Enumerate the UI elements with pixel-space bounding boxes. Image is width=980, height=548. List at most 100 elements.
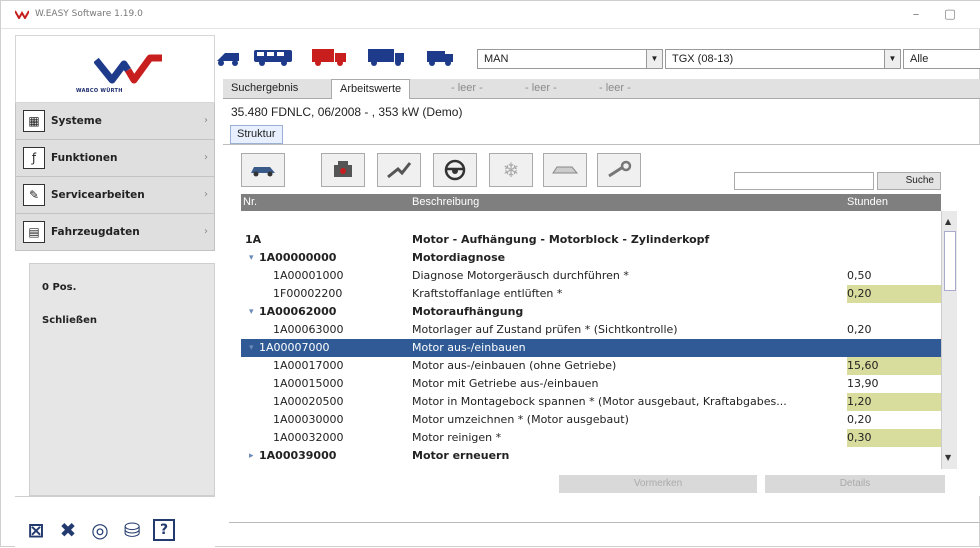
table-row[interactable]: 1A00020500 Motor in Montagebock spannen *… xyxy=(241,393,941,411)
tab-empty-3[interactable]: - leer - xyxy=(591,79,639,99)
struktur-tab[interactable]: Struktur xyxy=(230,125,283,144)
service-icon: ✎ xyxy=(23,184,45,206)
chevron-right-icon: › xyxy=(204,115,208,126)
scroll-up-icon[interactable]: ▲ xyxy=(945,217,951,226)
col-nr[interactable]: Nr. xyxy=(243,194,257,211)
row-code: 1A00001000 xyxy=(273,269,344,282)
table-row[interactable]: ▾ 1A00062000 Motoraufhängung xyxy=(241,303,941,321)
tools-button[interactable] xyxy=(597,153,641,187)
car-body-button[interactable] xyxy=(241,153,285,187)
wabco-wuerth-logo-icon xyxy=(94,54,162,84)
table-row[interactable]: 1A00030000 Motor umzeichnen * (Motor ausg… xyxy=(241,411,941,429)
tools-icon[interactable]: ✖ xyxy=(57,519,79,541)
table-row[interactable]: ▾1AMotor - Aufhängung - Motorblock - Zyl… xyxy=(241,231,941,249)
table-row[interactable]: 1A00032000 Motor reinigen * 0,30 xyxy=(241,429,941,447)
target-icon[interactable]: ◎ xyxy=(89,519,111,541)
row-description: Motor aus-/einbauen (ohne Getriebe) xyxy=(412,359,617,372)
minimize-button[interactable]: – xyxy=(903,5,929,25)
table-header: Nr. Beschreibung Stunden xyxy=(241,194,941,211)
filter-select[interactable]: Alle xyxy=(903,49,980,69)
main-nav: ▦ Systeme › ƒ Funktionen › ✎ Servicearbe… xyxy=(15,103,215,251)
row-description: Motor - Aufhängung - Motorblock - Zylind… xyxy=(412,233,710,246)
help-icon[interactable]: ? xyxy=(153,519,175,541)
filter-select-value: Alle xyxy=(910,53,929,65)
scroll-thumb[interactable] xyxy=(944,231,956,291)
table-row[interactable]: ▾ 1A00000000 Motordiagnose xyxy=(241,249,941,267)
trailer-truck-icon[interactable] xyxy=(367,47,405,67)
expand-down-icon[interactable]: ▾ xyxy=(249,339,254,357)
exhaust-button[interactable] xyxy=(377,153,421,187)
positions-count[interactable]: 0 Pos. xyxy=(42,282,214,293)
search-input[interactable] xyxy=(734,172,874,190)
nav-item-servicearbeiten[interactable]: ✎ Servicearbeiten › xyxy=(15,177,215,214)
database-icon[interactable]: ⛁ xyxy=(121,519,143,541)
make-select[interactable]: MAN ▼ xyxy=(477,49,663,69)
tab-suchergebnis[interactable]: Suchergebnis xyxy=(223,79,306,99)
engine-icon xyxy=(334,161,352,177)
expand-right-icon[interactable]: ▸ xyxy=(249,465,254,469)
model-select[interactable]: TGX (08-13) ▼ xyxy=(665,49,901,69)
engine-button[interactable] xyxy=(321,153,365,187)
status-divider xyxy=(229,522,980,523)
tab-empty-2[interactable]: - leer - xyxy=(517,79,565,99)
vehicle-description: 35.480 FDNLC, 06/2008 - , 353 kW (Demo) xyxy=(231,105,463,119)
table-row[interactable]: ▸ 1A00500000 Lagerschalen - Pleuelstangen xyxy=(241,465,941,469)
row-code: 1A00020500 xyxy=(273,395,344,408)
systems-icon: ▦ xyxy=(23,110,45,132)
chevron-down-icon[interactable]: ▼ xyxy=(646,50,662,68)
details-button[interactable]: Details xyxy=(765,475,945,493)
row-code: 1A00017000 xyxy=(273,359,344,372)
table-row[interactable]: 1A00001000 Diagnose Motorgeräusch durchfü… xyxy=(241,267,941,285)
row-code: 1F00002200 xyxy=(273,287,343,300)
work-values-table: ▾ 1A Motor - Aufhängung - Motorblock - Zyl… xyxy=(241,211,941,469)
row-code: 1A xyxy=(245,233,262,246)
company-logo: WABCO WÜRTH xyxy=(15,35,215,103)
row-description: Motor erneuern xyxy=(412,449,510,462)
expand-right-icon[interactable]: ▸ xyxy=(249,447,254,465)
table-row[interactable]: ▾ 1A00007000 Motor aus-/einbauen xyxy=(241,339,941,357)
table-row[interactable]: 1F00002200 Kraftstoffanlage entlüften * 0,… xyxy=(241,285,941,303)
table-row[interactable]: 1A00063000 Motorlager auf Zustand prüfen … xyxy=(241,321,941,339)
bottom-toolbar: ⊠ ✖ ◎ ⛁ ? xyxy=(15,496,215,548)
model-select-value: TGX (08-13) xyxy=(672,53,734,65)
row-code: 1A00062000 xyxy=(259,305,337,318)
mark-button[interactable]: Vormerken xyxy=(559,475,757,493)
expand-down-icon[interactable]: ▾ xyxy=(249,249,254,267)
expand-down-icon[interactable]: ▾ xyxy=(249,303,254,321)
row-code: 1A00000000 xyxy=(259,251,337,264)
climate-button[interactable]: ❄ xyxy=(489,153,533,187)
table-row[interactable]: 1A00017000 Motor aus-/einbauen (ohne Getr… xyxy=(241,357,941,375)
table-scrollbar[interactable]: ▲ ▼ xyxy=(941,211,957,469)
close-box-icon[interactable]: ⊠ xyxy=(25,519,47,541)
bus-icon[interactable] xyxy=(253,47,293,67)
row-description: Motor reinigen * xyxy=(412,431,502,444)
tab-arbeitswerte[interactable]: Arbeitswerte xyxy=(331,79,411,99)
col-description[interactable]: Beschreibung xyxy=(412,194,479,211)
chevron-right-icon: › xyxy=(204,152,208,163)
position-panel: 0 Pos. Schließen xyxy=(29,263,215,496)
row-hours: 0,20 xyxy=(847,287,872,300)
search-button[interactable]: Suche xyxy=(877,172,941,190)
scroll-down-icon[interactable]: ▼ xyxy=(945,453,951,462)
nav-item-funktionen[interactable]: ƒ Funktionen › xyxy=(15,140,215,177)
table-row[interactable]: ▸ 1A00039000 Motor erneuern xyxy=(241,447,941,465)
vehicle-data-icon: ▤ xyxy=(23,221,45,243)
app-window: W.EASY Software 1.19.0 – ▢ WABCO WÜRTH ▦… xyxy=(0,0,980,548)
body-work-button[interactable] xyxy=(543,153,587,187)
table-row[interactable]: 1A00015000 Motor mit Getriebe aus-/einbau… xyxy=(241,375,941,393)
exhaust-icon xyxy=(387,162,412,179)
close-link[interactable]: Schließen xyxy=(42,315,214,326)
row-hours: 0,20 xyxy=(847,323,872,336)
chevron-down-icon[interactable]: ▼ xyxy=(884,50,900,68)
tractor-icon[interactable] xyxy=(215,47,241,67)
tab-empty-1[interactable]: - leer - xyxy=(443,79,491,99)
truck-selected-icon[interactable] xyxy=(311,47,347,67)
nav-item-fahrzeugdaten[interactable]: ▤ Fahrzeugdaten › xyxy=(15,214,215,251)
steering-button[interactable] xyxy=(433,153,477,187)
col-hours[interactable]: Stunden xyxy=(847,194,888,211)
van-icon[interactable] xyxy=(425,47,455,67)
nav-label: Fahrzeugdaten xyxy=(51,226,140,238)
maximize-button[interactable]: ▢ xyxy=(937,5,963,25)
nav-label: Systeme xyxy=(51,115,102,127)
nav-item-systeme[interactable]: ▦ Systeme › xyxy=(15,103,215,140)
